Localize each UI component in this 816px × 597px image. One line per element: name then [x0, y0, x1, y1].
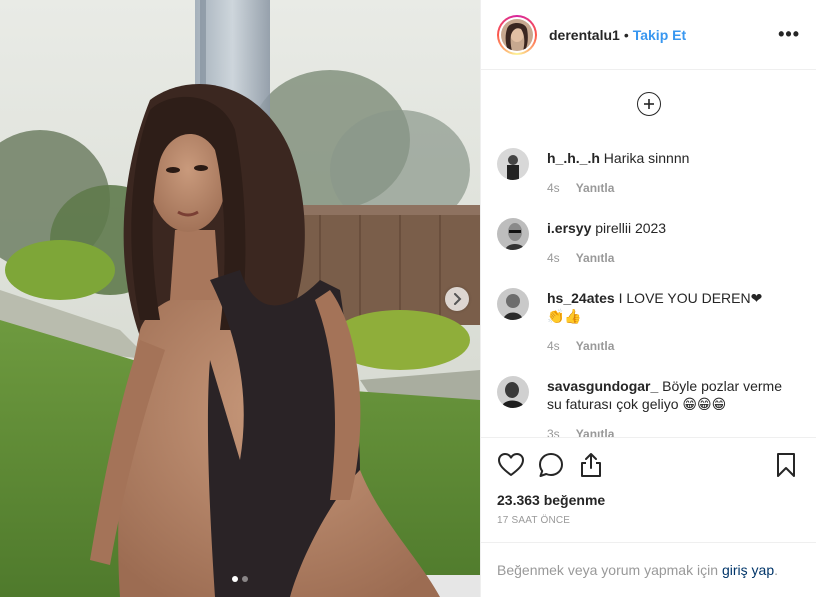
comment-body: h_.h._.h Harika sinnnn 4s Yanıtla: [547, 148, 689, 197]
comment-username[interactable]: h_.h._.h: [547, 150, 600, 166]
comment-text: Harika sinnnn: [603, 150, 690, 167]
post-media[interactable]: [0, 0, 480, 597]
author-avatar-image: [501, 18, 533, 51]
commenter-avatar[interactable]: [497, 376, 529, 409]
post-header: derentalu1 • Takip Et •••: [481, 0, 816, 71]
instagram-post: derentalu1 • Takip Et ••• h_.h._.h Harik…: [0, 0, 816, 597]
commenter-avatar-image: [497, 288, 529, 321]
comment-username[interactable]: i.ersyy: [547, 220, 591, 236]
comment-button[interactable]: [537, 451, 565, 479]
carousel-dot-active: [232, 576, 238, 582]
post-actions: [481, 436, 816, 492]
comment-body: savasgundogar_ Böyle pozlar verme su fat…: [547, 376, 787, 437]
header-separator: •: [623, 26, 629, 43]
comment-meta: 4s Yanıtla: [547, 179, 689, 197]
comment-time[interactable]: 4s: [547, 179, 560, 197]
comment-username[interactable]: hs_24ates: [547, 290, 615, 306]
follow-button[interactable]: Takip Et: [633, 27, 686, 43]
like-count[interactable]: 23.363 beğenme: [481, 492, 816, 513]
login-link[interactable]: giriş yap: [722, 562, 774, 578]
reply-button[interactable]: Yanıtla: [576, 337, 615, 355]
load-more-comments-button[interactable]: [637, 92, 661, 117]
post-timestamp[interactable]: 17 SAAT ÖNCE: [481, 515, 816, 542]
commenter-avatar-image: [497, 148, 529, 181]
comment-item: h_.h._.h Harika sinnnn 4s Yanıtla: [497, 148, 797, 197]
share-icon: [581, 452, 601, 477]
comment-item: savasgundogar_ Böyle pozlar verme su fat…: [497, 376, 797, 437]
commenter-avatar[interactable]: [497, 148, 529, 181]
reply-button[interactable]: Yanıtla: [576, 249, 615, 267]
carousel-indicator: [232, 576, 248, 582]
commenter-avatar-image: [497, 218, 529, 251]
heart-icon: [498, 452, 524, 476]
commenter-avatar-image: [497, 376, 529, 409]
comment-time[interactable]: 4s: [547, 337, 560, 355]
comment-item: hs_24ates I LOVE YOU DEREN❤👏👍 4s Yanıtla: [497, 288, 797, 355]
more-icon[interactable]: •••: [778, 24, 800, 45]
comment-meta: 4s Yanıtla: [547, 337, 777, 355]
comment-icon: [539, 452, 563, 477]
login-prompt-text: Beğenmek veya yorum yapmak için: [497, 562, 718, 579]
reply-button[interactable]: Yanıtla: [576, 179, 615, 197]
login-prompt-end: .: [774, 562, 779, 579]
post-side-panel: derentalu1 • Takip Et ••• h_.h._.h Harik…: [480, 0, 816, 597]
comment-meta: 4s Yanıtla: [547, 249, 666, 267]
comment-item: i.ersyy pirellii 2023 4s Yanıtla: [497, 218, 797, 267]
comment-body: hs_24ates I LOVE YOU DEREN❤👏👍 4s Yanıtla: [547, 288, 777, 355]
comments-list[interactable]: h_.h._.h Harika sinnnn 4s Yanıtla i.ersy…: [481, 70, 816, 437]
plus-circle-icon: [644, 99, 654, 110]
author-avatar[interactable]: [497, 14, 537, 55]
commenter-avatar[interactable]: [497, 218, 529, 251]
comment-meta: 3s Yanıtla: [547, 425, 787, 437]
comment-body: i.ersyy pirellii 2023 4s Yanıtla: [547, 218, 666, 267]
next-slide-button[interactable]: [445, 287, 469, 311]
author-username[interactable]: derentalu1: [549, 27, 620, 43]
comment-time[interactable]: 4s: [547, 249, 560, 267]
comment-time[interactable]: 3s: [547, 425, 560, 437]
post-photo: [0, 0, 480, 597]
chevron-right-icon: [454, 293, 462, 305]
like-button[interactable]: [497, 451, 525, 479]
carousel-dot: [242, 576, 248, 582]
login-prompt: Beğenmek veya yorum yapmak için giriş ya…: [481, 542, 816, 597]
comment-username[interactable]: savasgundogar_: [547, 378, 658, 394]
reply-button[interactable]: Yanıtla: [576, 425, 615, 437]
share-button[interactable]: [577, 451, 605, 479]
bookmark-icon: [777, 452, 795, 477]
save-button[interactable]: [772, 451, 800, 479]
comment-text: pirellii 2023: [595, 220, 667, 237]
commenter-avatar[interactable]: [497, 288, 529, 321]
